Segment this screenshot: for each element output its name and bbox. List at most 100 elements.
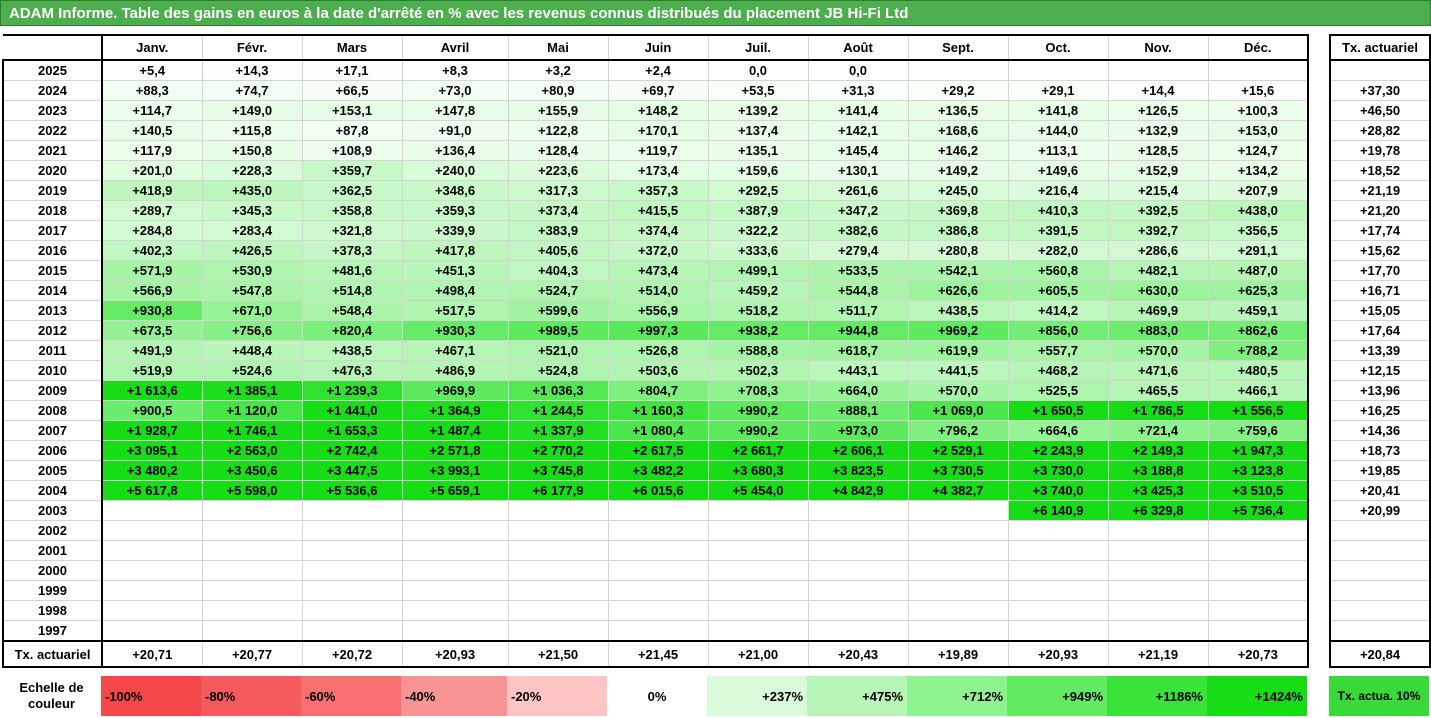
gain-cell: 0,0 [807,59,909,81]
gain-cell: +14,4 [1107,80,1209,101]
scale-swatch: -100% [101,676,201,716]
gain-cell [1107,580,1209,601]
gain-cell: +2 661,7 [707,440,809,461]
table-row: 2018 +289,7 +345,3 +358,8 +359,3 +373,4 +415,5… [2,200,1309,221]
gain-cell [1007,620,1109,642]
gain-cell: +137,4 [707,120,809,141]
tx-cell: +18,52 [1329,160,1431,181]
table-row [1329,520,1431,541]
month-header: Sept. [907,34,1009,61]
table-row: +21,20 [1329,200,1431,221]
gain-cell: +261,6 [807,180,909,201]
month-header: Déc. [1207,34,1309,61]
year-cell: 2018 [2,200,103,221]
gain-cell: +2 571,8 [401,440,509,461]
gain-cell [1007,59,1109,81]
month-header: Mars [301,34,403,61]
gain-cell [507,520,609,541]
tx-cell: +14,36 [1329,420,1431,441]
gain-cell: +152,9 [1107,160,1209,181]
gain-cell: +153,1 [301,100,403,121]
gain-cell [101,500,203,521]
gain-cell: +280,8 [907,240,1009,261]
gain-cell: +228,3 [201,160,303,181]
gain-cell [1107,540,1209,561]
gain-cell [507,540,609,561]
table-row: +15,62 [1329,240,1431,261]
gain-cell [1207,520,1309,541]
gain-cell: +170,1 [607,120,709,141]
gain-cell [301,600,403,621]
table-row: +13,96 [1329,380,1431,401]
tx-cell: +17,64 [1329,320,1431,341]
gain-cell: +91,0 [401,120,509,141]
gain-cell: +383,9 [507,220,609,241]
tx-cell: +17,74 [1329,220,1431,241]
month-header: Mai [507,34,609,61]
gain-cell: +418,9 [101,180,203,201]
gain-cell: +4 382,7 [907,480,1009,501]
gain-cell: +149,0 [201,100,303,121]
gain-cell: +339,9 [401,220,509,241]
gain-cell: +115,8 [201,120,303,141]
table-row: +13,39 [1329,340,1431,361]
gain-cell: +883,0 [1107,320,1209,341]
year-cell: 2019 [2,180,103,201]
gain-cell [1207,540,1309,561]
gain-cell: +8,3 [401,59,509,81]
gain-cell: +392,7 [1107,220,1209,241]
gain-cell: +524,8 [507,360,609,381]
gain-cell: +599,6 [507,300,609,321]
gain-cell: +2 149,3 [1107,440,1209,461]
gain-cell: +605,5 [1007,280,1109,301]
gain-cell [101,540,203,561]
gain-cell: +128,5 [1107,140,1209,161]
year-cell: 2020 [2,160,103,181]
gain-cell: +73,0 [401,80,509,101]
gain-cell [607,560,709,581]
tx-cell: +12,15 [1329,360,1431,381]
gain-cell: 0,0 [707,59,809,81]
year-cell: 2012 [2,320,103,341]
gain-cell: +155,9 [507,100,609,121]
gain-cell: +664,0 [807,380,909,401]
table-row: 2013 +930,8 +671,0 +548,4 +517,5 +599,6 +556,9… [2,300,1309,321]
gain-cell: +357,3 [607,180,709,201]
scale-side-swatch: Tx. actua. 10% [1329,676,1429,716]
gain-cell: +6 177,9 [507,480,609,501]
year-cell: 2016 [2,240,103,261]
gain-cell: +87,8 [301,120,403,141]
table-row: 2012 +673,5 +756,6 +820,4 +930,3 +989,5 +997,3… [2,320,1309,341]
tx-cell: +20,41 [1329,480,1431,501]
gain-cell: +469,9 [1107,300,1209,321]
gain-cell: +415,5 [607,200,709,221]
gain-cell: +369,8 [907,200,1009,221]
gain-cell: +938,2 [707,320,809,341]
gain-cell: +146,2 [907,140,1009,161]
gain-cell: +3 740,0 [1007,480,1109,501]
gain-cell [101,600,203,621]
gain-cell: +3 680,3 [707,460,809,481]
table-row: +20,41 [1329,480,1431,501]
gain-cell [201,620,303,642]
table-row: 1997 [2,620,1309,642]
gain-cell: +499,1 [707,260,809,281]
gain-cell: +132,9 [1107,120,1209,141]
gain-cell [1207,600,1309,621]
gain-cell: +759,6 [1207,420,1309,441]
year-cell: 2010 [2,360,103,381]
gain-cell [301,580,403,601]
gain-cell [101,580,203,601]
footer-rate-cell: +20,43 [807,640,909,668]
gain-cell: +356,5 [1207,220,1309,241]
gain-cell: +796,2 [907,420,1009,441]
gain-cell: +126,5 [1107,100,1209,121]
gain-cell: +438,0 [1207,200,1309,221]
year-cell: 2007 [2,420,103,441]
gain-cell: +410,3 [1007,200,1109,221]
gain-cell [907,520,1009,541]
gain-cell: +480,5 [1207,360,1309,381]
table-row: 2024 +88,3 +74,7 +66,5 +73,0 +80,9 +69,7 +53,5 +… [2,80,1309,101]
gain-cell: +862,6 [1207,320,1309,341]
gain-cell: +566,9 [101,280,203,301]
